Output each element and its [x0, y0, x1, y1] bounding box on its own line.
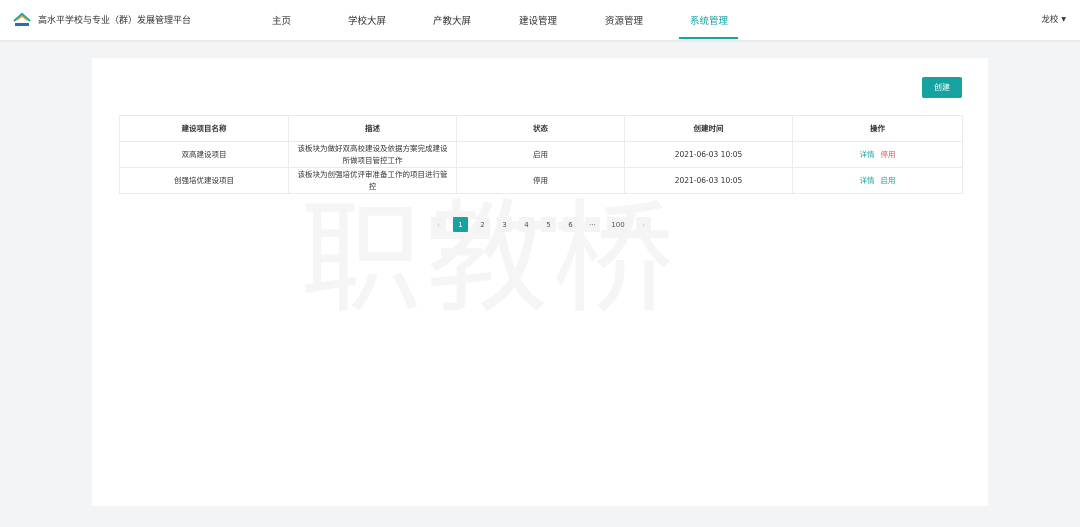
- nav-item-construction[interactable]: 建设管理: [519, 13, 557, 27]
- caret-down-icon: ▼: [1061, 16, 1066, 23]
- row-actions: 详情 停用: [792, 141, 963, 168]
- created-time: 2021-06-03 10:05: [624, 141, 793, 168]
- enable-link[interactable]: 启用: [881, 176, 896, 185]
- column-header-status: 状态: [456, 115, 625, 142]
- user-menu[interactable]: 龙校 ▼: [1041, 13, 1066, 25]
- active-nav-indicator: [679, 37, 738, 39]
- page-button-100[interactable]: 100: [607, 217, 629, 232]
- top-nav-bar: 高水平学校与专业（群）发展管理平台 主页 学校大屏 产教大屏 建设管理 资源管理…: [0, 0, 1080, 40]
- project-description: 该板块为创强培优评审准备工作的项目进行管控: [288, 167, 457, 194]
- next-page-icon[interactable]: ›: [636, 217, 651, 232]
- nav-item-industry-screen[interactable]: 产教大屏: [433, 13, 471, 27]
- nav-item-school-screen[interactable]: 学校大屏: [348, 13, 386, 27]
- page-button-3[interactable]: 3: [497, 217, 512, 232]
- created-time: 2021-06-03 10:05: [624, 167, 793, 194]
- table-row: 双高建设项目 该板块为做好双高校建设及依据方案完成建设所做项目管控工作 启用 2…: [119, 141, 963, 168]
- column-header-description: 描述: [288, 115, 457, 142]
- user-name: 龙校: [1041, 15, 1059, 25]
- more-pages-icon[interactable]: ···: [585, 217, 600, 232]
- row-actions: 详情 启用: [792, 167, 963, 194]
- nav-item-resources[interactable]: 资源管理: [605, 13, 643, 27]
- nav-item-system[interactable]: 系统管理: [690, 13, 728, 27]
- project-table: 建设项目名称 描述 状态 创建时间 操作 双高建设项目 该板块为做好双高校建设及…: [119, 115, 963, 194]
- column-header-actions: 操作: [792, 115, 963, 142]
- page-button-6[interactable]: 6: [563, 217, 578, 232]
- detail-link[interactable]: 详情: [860, 150, 875, 159]
- page-button-5[interactable]: 5: [541, 217, 556, 232]
- page-button-2[interactable]: 2: [475, 217, 490, 232]
- status-badge: 启用: [456, 141, 625, 168]
- table-row: 创强培优建设项目 该板块为创强培优评审准备工作的项目进行管控 停用 2021-0…: [119, 167, 963, 194]
- pagination: ‹ 1 2 3 4 5 6 ··· 100 ›: [431, 217, 651, 232]
- prev-page-icon[interactable]: ‹: [431, 217, 446, 232]
- table-header-row: 建设项目名称 描述 状态 创建时间 操作: [119, 115, 963, 142]
- status-badge: 停用: [456, 167, 625, 194]
- school-logo-icon: [13, 12, 31, 26]
- app-title: 高水平学校与专业（群）发展管理平台: [38, 16, 192, 26]
- column-header-name: 建设项目名称: [119, 115, 289, 142]
- project-name: 双高建设项目: [119, 141, 289, 168]
- create-button[interactable]: 创建: [922, 77, 962, 98]
- nav-item-home[interactable]: 主页: [272, 13, 291, 27]
- column-header-created: 创建时间: [624, 115, 793, 142]
- page-button-1[interactable]: 1: [453, 217, 468, 232]
- page-button-4[interactable]: 4: [519, 217, 534, 232]
- project-name: 创强培优建设项目: [119, 167, 289, 194]
- disable-link[interactable]: 停用: [881, 150, 896, 159]
- project-description: 该板块为做好双高校建设及依据方案完成建设所做项目管控工作: [288, 141, 457, 168]
- detail-link[interactable]: 详情: [860, 176, 875, 185]
